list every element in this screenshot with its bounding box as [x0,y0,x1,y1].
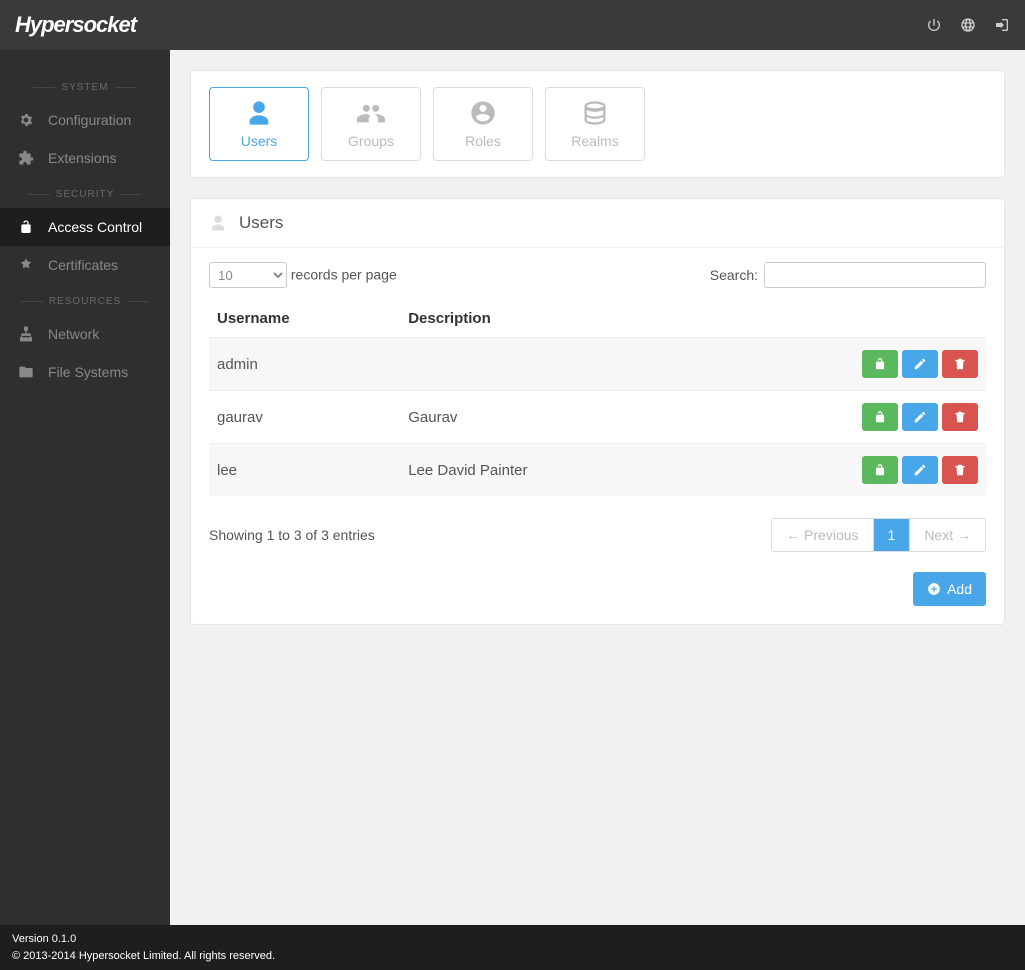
tab-groups[interactable]: Groups [321,87,421,161]
row-unlock-button[interactable] [862,403,898,431]
gear-icon [18,112,34,128]
sidebar-item-network[interactable]: Network [0,315,170,353]
topbar-actions [926,17,1010,33]
page-length: 10 records per page [209,262,397,288]
pager-next[interactable]: Next → [909,519,985,551]
tab-label: Groups [348,133,394,149]
sidebar-item-file-systems[interactable]: File Systems [0,353,170,391]
sidebar-item-access-control[interactable]: Access Control [0,208,170,246]
page-length-label: records per page [291,267,397,283]
row-unlock-button[interactable] [862,456,898,484]
sidebar-section-label: SYSTEM [0,82,170,93]
row-unlock-button[interactable] [862,350,898,378]
table-row: leeLee David Painter [209,444,986,497]
trash-icon [953,463,967,477]
row-edit-button[interactable] [902,403,938,431]
plus-circle-icon [927,582,941,596]
certificate-icon [18,257,34,273]
footer-version: Version 0.1.0 [12,931,1013,948]
row-edit-button[interactable] [902,456,938,484]
tab-users[interactable]: Users [209,87,309,161]
row-delete-button[interactable] [942,403,978,431]
users-table: Username Description admingauravGauravle… [209,300,986,496]
sidebar-item-label: File Systems [48,364,128,380]
row-edit-button[interactable] [902,350,938,378]
pencil-icon [913,357,927,371]
search-label: Search: [710,267,758,283]
unlock-icon [18,219,34,235]
sitemap-icon [18,326,34,342]
sidebar-item-label: Extensions [48,150,116,166]
tab-label: Users [241,133,278,149]
globe-icon[interactable] [960,17,976,33]
tab-roles[interactable]: Roles [433,87,533,161]
tab-card: Users Groups Roles Realms [190,70,1005,178]
row-delete-button[interactable] [942,350,978,378]
page-length-select[interactable]: 10 [209,262,287,288]
trash-icon [953,357,967,371]
trash-icon [953,410,967,424]
footer-copyright: © 2013-2014 Hypersocket Limited. All rig… [12,948,1013,965]
unlock-icon [873,357,887,371]
user-icon [245,99,273,127]
table-info: Showing 1 to 3 of 3 entries [209,527,375,543]
cell-description [400,338,692,391]
unlock-icon [873,410,887,424]
tab-label: Roles [465,133,501,149]
col-username[interactable]: Username [209,300,400,338]
panel-title: Users [239,213,283,233]
tab-label: Realms [571,133,618,149]
pencil-icon [913,410,927,424]
main-content: Users Groups Roles Realms Users 10 records … [170,50,1025,930]
panel-header: Users [191,199,1004,248]
folder-icon [18,364,34,380]
users-icon [357,99,385,127]
pager: ← Previous 1 Next → [771,518,986,552]
cell-username: gaurav [209,391,400,444]
sidebar-item-label: Certificates [48,257,118,273]
sidebar-item-extensions[interactable]: Extensions [0,139,170,177]
sidebar-item-label: Network [48,326,99,342]
pager-page-1[interactable]: 1 [873,519,910,551]
unlock-icon [873,463,887,477]
users-panel: Users 10 records per page Search: Userna… [190,198,1005,625]
sidebar-item-label: Access Control [48,219,142,235]
table-row: admin [209,338,986,391]
power-icon[interactable] [926,17,942,33]
signout-icon[interactable] [994,17,1010,33]
puzzle-icon [18,150,34,166]
row-delete-button[interactable] [942,456,978,484]
sidebar-item-configuration[interactable]: Configuration [0,101,170,139]
cell-description: Lee David Painter [400,444,692,497]
pencil-icon [913,463,927,477]
add-button-label: Add [947,581,972,597]
search-input[interactable] [764,262,986,288]
sidebar-item-certificates[interactable]: Certificates [0,246,170,284]
cell-username: lee [209,444,400,497]
pager-prev[interactable]: ← Previous [772,519,872,551]
usercircle-icon [469,99,497,127]
brand-logo: Hypersocket [15,12,136,38]
sidebar: SYSTEM Configuration Extensions SECURITY Acc… [0,50,170,930]
topbar: Hypersocket [0,0,1025,50]
cell-description: Gaurav [400,391,692,444]
sidebar-section-label: RESOURCES [0,296,170,307]
database-icon [581,99,609,127]
table-row: gauravGaurav [209,391,986,444]
col-description[interactable]: Description [400,300,692,338]
cell-username: admin [209,338,400,391]
sidebar-item-label: Configuration [48,112,131,128]
tab-realms[interactable]: Realms [545,87,645,161]
sidebar-section-label: SECURITY [0,189,170,200]
user-icon [209,214,227,232]
add-button[interactable]: Add [913,572,986,606]
footer: Version 0.1.0 © 2013-2014 Hypersocket Li… [0,925,1025,970]
